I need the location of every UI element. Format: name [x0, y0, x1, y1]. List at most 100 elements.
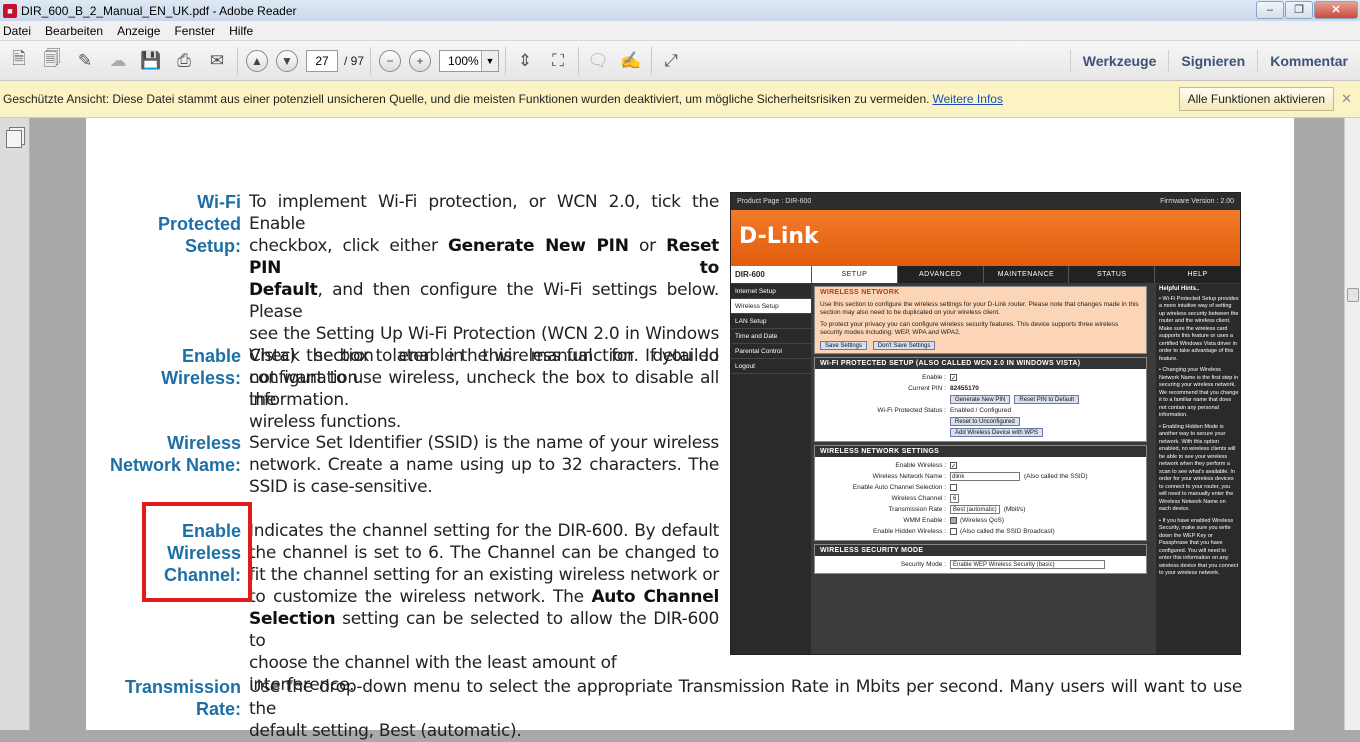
router-tab-status: STATUS	[1068, 266, 1154, 283]
definition-term: Transmission Rate:	[60, 676, 241, 720]
definition-text-line: network. Create a name using up to 32 ch…	[249, 455, 719, 475]
zoom-value: 100%	[448, 53, 479, 68]
zoom-select[interactable]: 100% ▼	[439, 49, 500, 72]
zoom-in-button[interactable]: +	[409, 49, 432, 72]
router-side-item: Parental Control	[731, 344, 811, 359]
comment-button[interactable]: Kommentar	[1257, 50, 1360, 72]
toolbar-separator	[370, 46, 372, 75]
checkbox-icon: ✓	[950, 462, 957, 470]
router-hint-item: • Wi-Fi Protected Setup provides a more …	[1159, 295, 1239, 362]
email-icon[interactable]: ✉	[203, 47, 231, 75]
vertical-scrollbar[interactable]	[1344, 118, 1360, 730]
router-reset-pin: Reset PIN to Default	[1014, 395, 1080, 404]
toolbar-separator	[651, 46, 653, 75]
router-side-item: Wireless Setup	[731, 299, 811, 314]
definition-term: Wireless Network Name:	[60, 432, 241, 476]
comment-bubble-icon[interactable]: 🗨	[584, 47, 612, 75]
navigation-panel	[0, 118, 30, 730]
tools-button[interactable]: Werkzeuge	[1069, 50, 1169, 72]
toolbar-separator	[505, 46, 507, 75]
page-total: / 97	[344, 53, 365, 68]
highlight-box	[142, 502, 252, 602]
checkbox-icon	[950, 528, 957, 535]
next-page-button[interactable]: ▼	[276, 49, 298, 72]
more-info-link[interactable]: Weitere Infos	[932, 92, 1002, 106]
router-product-page: Product Page : DIR-600	[737, 198, 812, 205]
checkbox-icon	[950, 484, 957, 491]
definition-text-line: see the Setting Up Wi-Fi Protection (WCN…	[249, 324, 719, 344]
router-tab-setup: SETUP	[811, 266, 897, 283]
protected-view-message: Geschützte Ansicht: Diese Datei stammt a…	[3, 92, 930, 106]
menu-hilfe[interactable]: Hilfe	[226, 24, 260, 38]
print-icon[interactable]: ⎙	[170, 47, 198, 75]
definition-term-line: Wireless	[167, 433, 241, 453]
window-title: DIR_600_B_2_Manual_EN_UK.pdf - Adobe Rea…	[21, 3, 297, 18]
router-side-item: Logout	[731, 359, 811, 374]
create-pdf-icon[interactable]: 🗎	[5, 47, 33, 75]
close-icon[interactable]: ✕	[1341, 91, 1352, 107]
definition-term: Enable Wireless:	[60, 345, 241, 389]
minimize-button[interactable]: –	[1256, 1, 1284, 19]
page-number-input[interactable]: 27	[306, 49, 338, 72]
router-side-item: LAN Setup	[731, 314, 811, 329]
menu-bearbeiten[interactable]: Bearbeiten	[42, 24, 110, 38]
router-hint: (Also called the SSID Broadcast)	[960, 527, 1055, 535]
definition-term-line: Setup:	[185, 236, 241, 256]
definition-text-line: Use the drop-down menu to select the app…	[249, 677, 1242, 719]
definition-term-line: Enable	[181, 346, 241, 366]
router-panel-title: WIRELESS SECURITY MODE	[815, 545, 1146, 556]
scrollbar-thumb[interactable]	[1347, 288, 1359, 302]
zoom-out-button[interactable]: −	[379, 49, 402, 72]
router-screenshot: Product Page : DIR-600 Firmware Version …	[730, 192, 1241, 655]
menu-datei[interactable]: Datei	[0, 24, 38, 38]
router-banner: D-Link	[731, 210, 1240, 266]
router-save-settings: Save Settings	[820, 341, 868, 350]
definition-text-line: Selection setting can be selected to all…	[249, 609, 719, 651]
router-panel-title: WI-FI PROTECTED SETUP (ALSO CALLED WCN 2…	[815, 358, 1146, 369]
close-button[interactable]: ✕	[1314, 1, 1358, 19]
fit-page-icon[interactable]: ⇕	[511, 47, 539, 75]
router-channel-select: 6	[950, 494, 960, 503]
menu-fenster[interactable]: Fenster	[171, 24, 222, 38]
menu-anzeige[interactable]: Anzeige	[114, 24, 167, 38]
router-wps-panel: WI-FI PROTECTED SETUP (ALSO CALLED WCN 2…	[814, 357, 1147, 442]
router-hint: (Mbit/s)	[1003, 505, 1026, 513]
highlight-icon[interactable]: ✍	[617, 47, 645, 75]
router-label: Enable Wireless :	[895, 461, 946, 469]
router-tabs: DIR-600 SETUP ADVANCED MAINTENANCE STATU…	[731, 266, 1240, 283]
router-add-device: Add Wireless Device with WPS	[950, 428, 1044, 437]
router-tab-help: HELP	[1154, 266, 1240, 283]
definition-text-line: to customize the wireless network. The A…	[249, 587, 719, 607]
toolbar-separator	[578, 46, 580, 75]
definition-term: Wi-Fi Protected Setup:	[60, 191, 241, 257]
edit-pdf-icon[interactable]: ✎	[71, 47, 99, 75]
cloud-upload-icon[interactable]: ☁	[104, 47, 132, 75]
router-panel-title: WIRELESS NETWORK	[815, 287, 1146, 298]
router-sidebar: Internet Setup Wireless Setup LAN Setup …	[731, 284, 811, 654]
enable-all-features-button[interactable]: Alle Funktionen aktivieren	[1178, 87, 1334, 111]
definition-term-line: Transmission	[124, 677, 241, 697]
definition-text-line: the channel is set to 6. The Channel can…	[249, 543, 719, 563]
router-label: Security Mode :	[900, 560, 946, 568]
chevron-down-icon[interactable]: ▼	[481, 50, 499, 71]
previous-page-button[interactable]: ▲	[246, 49, 268, 72]
router-hint-item: • Enabling Hidden Mode is another way to…	[1159, 423, 1236, 513]
menu-bar: Datei Bearbeiten Anzeige Fenster Hilfe	[0, 21, 1360, 41]
combine-files-icon[interactable]: 🗐	[38, 47, 66, 75]
definition-text-line: wireless functions.	[249, 412, 402, 432]
definition-text-line: Check the box to enable the wireless fun…	[249, 346, 719, 366]
router-hint-item: • If you have enabled Wireless Security,…	[1159, 517, 1239, 577]
router-label: WMM Enable :	[903, 516, 946, 524]
router-tab-advanced: ADVANCED	[896, 266, 983, 283]
save-icon[interactable]: 💾	[137, 47, 165, 75]
definition-text-line: Service Set Identifier (SSID) is the nam…	[249, 433, 719, 453]
sign-button[interactable]: Signieren	[1168, 50, 1257, 72]
checkbox-icon	[950, 517, 957, 524]
router-topbar: Product Page : DIR-600 Firmware Version …	[731, 193, 1240, 210]
definition-term-line: Wi-Fi	[197, 192, 241, 212]
fit-width-icon[interactable]: ⛶	[544, 47, 572, 75]
full-screen-icon[interactable]: ⤢	[657, 47, 685, 75]
page-thumbnails-icon[interactable]	[6, 130, 22, 148]
maximize-button[interactable]: ❐	[1285, 1, 1313, 19]
router-label: Enable Auto Channel Selection :	[852, 483, 946, 491]
